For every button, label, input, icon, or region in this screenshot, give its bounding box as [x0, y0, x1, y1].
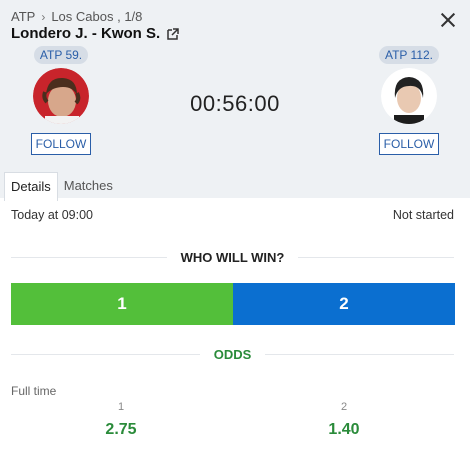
match-title: Londero J. - Kwon S. — [11, 25, 180, 42]
tab-matches[interactable]: Matches — [58, 172, 119, 201]
home-follow-button[interactable]: FOLLOW — [30, 133, 92, 155]
match-status: Not started — [392, 208, 454, 222]
divider — [11, 354, 200, 355]
chevron-right-icon: › — [41, 9, 46, 24]
start-time: Today at 09:00 — [11, 208, 94, 222]
poll-heading: WHO WILL WIN? — [11, 250, 455, 265]
divider — [11, 257, 167, 258]
breadcrumb-sport[interactable]: ATP — [11, 9, 35, 24]
vote-away-button[interactable]: 2 — [233, 283, 455, 325]
external-link-icon[interactable] — [166, 27, 180, 41]
odds-away-label: 2 — [340, 401, 348, 413]
odds-period-label: Full time — [11, 384, 57, 398]
away-avatar[interactable] — [381, 68, 437, 124]
odds-heading-text: ODDS — [213, 347, 252, 362]
match-title-text: Londero J. - Kwon S. — [11, 25, 161, 42]
away-player: ATP 112. FOLLOW — [364, 46, 454, 155]
odds-home[interactable]: 1 2.75 — [81, 401, 161, 439]
home-rank-badge: ATP 59. — [33, 46, 89, 64]
odds-heading: ODDS — [11, 347, 454, 362]
odds-away-value[interactable]: 1.40 — [304, 421, 384, 439]
tab-details[interactable]: Details — [4, 172, 58, 201]
odds-home-value[interactable]: 2.75 — [81, 421, 161, 439]
breadcrumb: ATP › Los Cabos , 1/8 — [11, 9, 142, 24]
odds-home-label: 1 — [117, 401, 125, 413]
match-header: ATP › Los Cabos , 1/8 Londero J. - Kwon … — [0, 0, 470, 201]
tab-bar: Details Matches — [0, 172, 119, 201]
breadcrumb-tournament[interactable]: Los Cabos , 1/8 — [51, 9, 142, 24]
divider — [265, 354, 454, 355]
odds-away[interactable]: 2 1.40 — [304, 401, 384, 439]
poll-heading-text: WHO WILL WIN? — [180, 250, 285, 265]
vote-home-button[interactable]: 1 — [11, 283, 233, 325]
away-follow-button[interactable]: FOLLOW — [378, 133, 440, 155]
divider — [298, 257, 455, 258]
away-rank-badge: ATP 112. — [378, 46, 440, 64]
close-icon[interactable] — [440, 12, 456, 28]
win-poll: 1 2 — [11, 283, 455, 325]
match-info: Today at 09:00 Not started — [11, 208, 454, 222]
